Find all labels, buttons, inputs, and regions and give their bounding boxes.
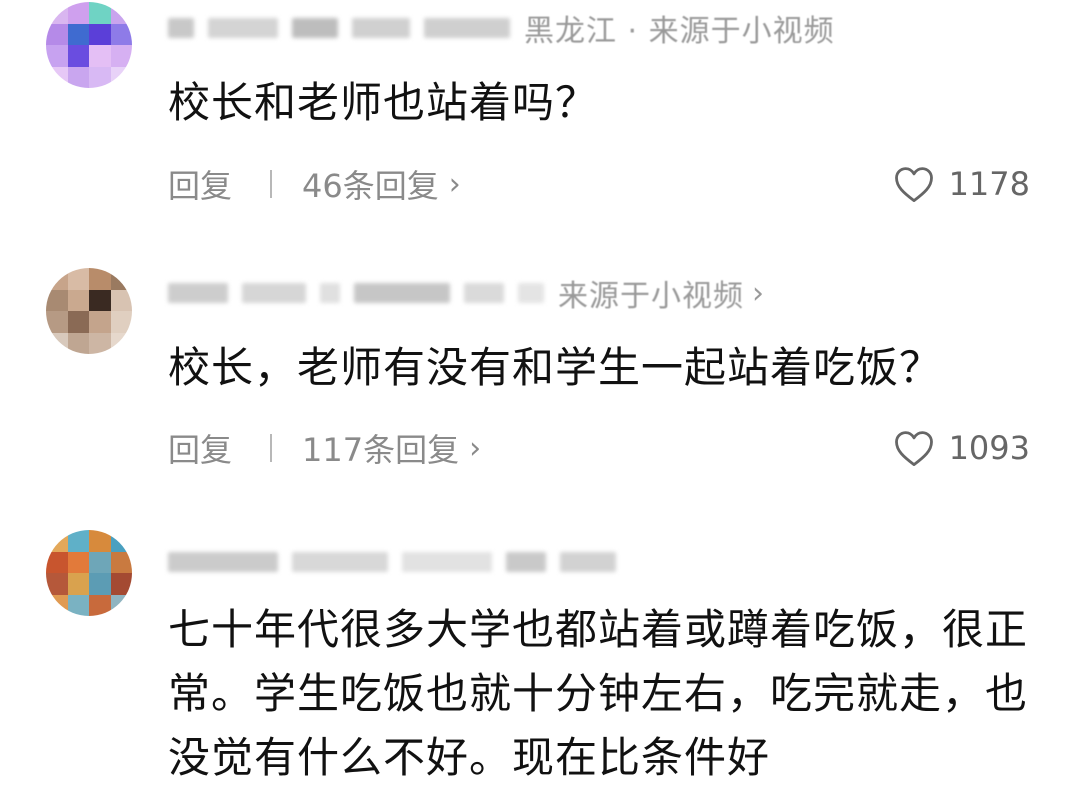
avatar-pixel	[89, 45, 111, 67]
divider	[270, 170, 273, 198]
avatar-pixel	[46, 573, 68, 595]
avatar-pixel	[67, 311, 89, 333]
avatar-pixel	[110, 594, 132, 616]
comment-item: 七十年代很多大学也都站着或蹲着吃饭，很正常。学生吃饭也就十分钟左右，吃完就走，也…	[0, 520, 1077, 807]
like-button[interactable]: 1178	[893, 164, 1030, 204]
avatar-pixel	[46, 2, 68, 24]
meta-location: 黑龙江 · 来源于小视频	[524, 14, 835, 49]
like-button[interactable]: 1093	[893, 428, 1030, 468]
divider	[270, 434, 273, 462]
avatar-pixel	[110, 289, 132, 311]
avatar-pixel	[89, 289, 111, 311]
redacted-username	[168, 283, 228, 303]
avatar-pixel	[67, 66, 89, 88]
avatar-pixel	[67, 332, 89, 354]
avatar-pixel	[67, 573, 89, 595]
meta-source: 来源于小视频	[558, 279, 744, 314]
comment-text: 校长，老师有没有和学生一起站着吃饭？	[168, 343, 943, 392]
replies-count: 117条回复	[302, 431, 460, 469]
avatar-pixel	[46, 23, 68, 45]
avatar-pixel	[67, 530, 89, 552]
avatar-pixel	[89, 551, 111, 573]
avatar-pixel	[89, 268, 111, 290]
comment-actions: 回复 117条回复 › 1093	[168, 425, 1030, 471]
avatar-pixel	[110, 2, 132, 24]
avatar-pixel	[89, 66, 111, 88]
avatar-pixel	[67, 594, 89, 616]
comment-actions: 回复 46条回复 › 1178	[168, 161, 1030, 207]
avatar-pixel	[89, 2, 111, 24]
avatar-pixel	[46, 332, 68, 354]
chevron-right-icon: ›	[469, 430, 482, 466]
avatar-pixel	[110, 23, 132, 45]
avatar-pixel	[110, 530, 132, 552]
comment-text: 七十年代很多大学也都站着或蹲着吃饭，很正常。学生吃饭也就十分钟左右，吃完就走，也…	[168, 605, 1029, 782]
avatar-pixel	[110, 268, 132, 290]
view-replies-link[interactable]: 117条回复 ›	[302, 425, 481, 471]
avatar-pixel	[67, 45, 89, 67]
comment-item: 来源于小视频 › 校长，老师有没有和学生一起站着吃饭？ 回复 117条回复 › …	[0, 260, 1077, 510]
comment-item: 黑龙江 · 来源于小视频 校长和老师也站着吗？ 回复 46条回复 › 1178	[0, 0, 1077, 250]
avatar-pixel	[46, 530, 68, 552]
avatar-pixel	[46, 551, 68, 573]
avatar-pixel	[110, 45, 132, 67]
comment-meta	[168, 542, 630, 582]
avatar-pixel	[46, 66, 68, 88]
avatar-pixel	[110, 573, 132, 595]
avatar-pixel	[67, 23, 89, 45]
avatar-pixel	[46, 311, 68, 333]
avatar-pixel	[110, 332, 132, 354]
heart-icon	[894, 167, 933, 203]
avatar-pixel	[110, 311, 132, 333]
chevron-right-icon: ›	[448, 166, 461, 202]
avatar[interactable]	[46, 2, 132, 88]
avatar-pixel	[89, 573, 111, 595]
avatar-pixel	[110, 66, 132, 88]
avatar-pixel	[46, 268, 68, 290]
avatar-pixel	[67, 289, 89, 311]
avatar-pixel	[67, 2, 89, 24]
comment-meta: 黑龙江 · 来源于小视频	[168, 8, 835, 49]
reply-button[interactable]: 回复	[168, 425, 232, 471]
avatar-pixel	[89, 530, 111, 552]
comment-meta: 来源于小视频 ›	[168, 273, 764, 314]
avatar-pixel	[46, 594, 68, 616]
avatar-pixel	[67, 551, 89, 573]
avatar[interactable]	[46, 530, 132, 616]
like-count: 1178	[948, 165, 1030, 203]
reply-button[interactable]: 回复	[168, 161, 232, 207]
avatar-pixel	[46, 289, 68, 311]
avatar-pixel	[89, 23, 111, 45]
avatar-pixel	[67, 268, 89, 290]
redacted-username	[168, 552, 278, 572]
avatar-pixel	[89, 594, 111, 616]
chevron-right-icon[interactable]: ›	[752, 276, 764, 311]
avatar-pixel	[46, 45, 68, 67]
avatar-pixel	[89, 311, 111, 333]
view-replies-link[interactable]: 46条回复 ›	[302, 161, 461, 207]
replies-count: 46条回复	[302, 167, 439, 205]
redacted-username	[168, 18, 194, 38]
avatar-pixel	[110, 551, 132, 573]
heart-icon	[894, 431, 933, 467]
like-count: 1093	[948, 429, 1030, 467]
avatar[interactable]	[46, 268, 132, 354]
avatar-pixel	[89, 332, 111, 354]
comment-text: 校长和老师也站着吗？	[168, 78, 599, 127]
